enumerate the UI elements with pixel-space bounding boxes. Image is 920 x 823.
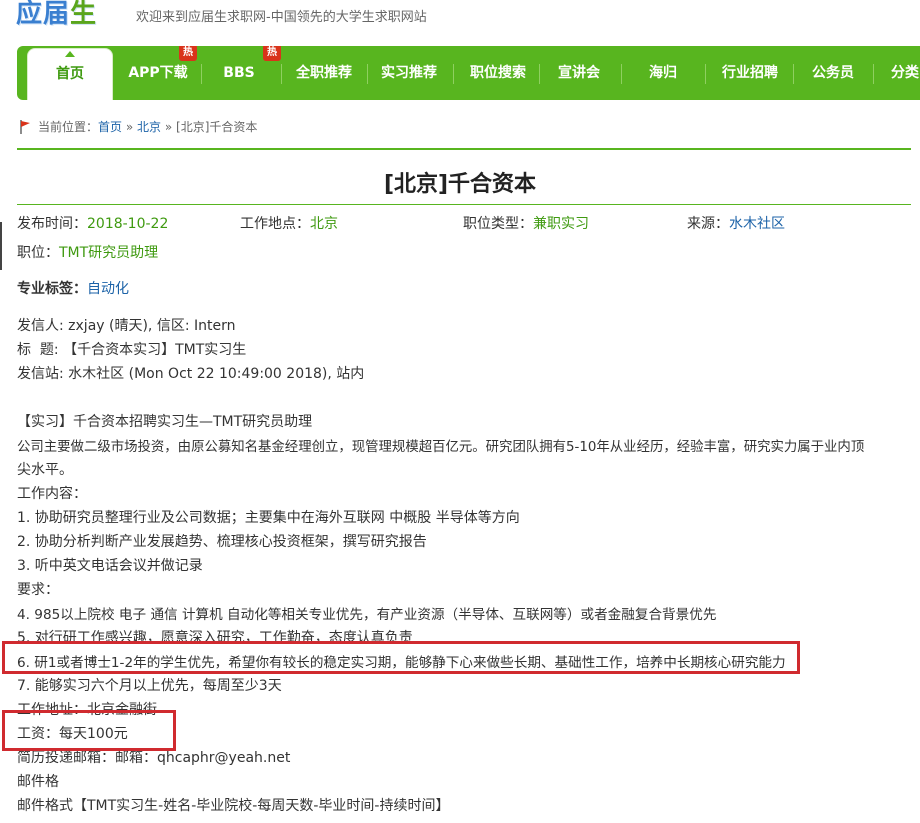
nav-divider bbox=[705, 64, 706, 84]
nav-intern[interactable]: 实习推荐 bbox=[369, 46, 449, 100]
page-title: [北京]千合资本 bbox=[383, 172, 537, 197]
nav-label: 实习推荐 bbox=[381, 65, 437, 81]
body-line: 【实习】千合资本招聘实习生—TMT研究员助理 bbox=[17, 414, 313, 430]
nav-label: 职位搜索 bbox=[470, 65, 526, 81]
nav-label: 分类 bbox=[891, 65, 919, 81]
nav-home[interactable]: 首页 bbox=[27, 48, 113, 100]
nav-divider bbox=[621, 64, 622, 84]
nav-divider bbox=[201, 64, 202, 84]
divider bbox=[17, 148, 911, 150]
job-type-link[interactable]: 兼职实习 bbox=[533, 216, 589, 232]
nav-label: 首页 bbox=[56, 66, 84, 82]
body-line: 邮件格 bbox=[17, 774, 59, 790]
breadcrumb: 当前位置： 首页 » 北京 » [北京]千合资本 bbox=[18, 118, 257, 135]
nav-label: 行业招聘 bbox=[722, 65, 778, 81]
nav-divider bbox=[281, 64, 282, 84]
meta-label: 发布时间： bbox=[17, 216, 87, 232]
tag-link[interactable]: 自动化 bbox=[87, 281, 129, 297]
meta-label: 工作地点： bbox=[240, 216, 310, 232]
work-location: 工作地点：北京 bbox=[240, 213, 338, 233]
meta-value: 2018-10-22 bbox=[87, 216, 169, 232]
meta-label: 职位： bbox=[17, 245, 59, 261]
nav-label: BBS bbox=[223, 65, 255, 81]
meta-label: 职位类型： bbox=[463, 216, 533, 232]
nav-label: 全职推荐 bbox=[296, 65, 352, 81]
source: 来源：水木社区 bbox=[687, 213, 785, 233]
scroll-marker bbox=[0, 222, 2, 270]
major-tag-line: 专业标签：自动化 bbox=[17, 278, 129, 298]
nav-divider bbox=[873, 64, 874, 84]
body-line: 1. 协助研究员整理行业及公司数据；主要集中在海外互联网 中概股 半导体等方向 bbox=[17, 510, 520, 526]
nav-divider bbox=[539, 64, 540, 84]
divider bbox=[17, 204, 911, 205]
body-line: 公司主要做二级市场投资，由原公募知名基金经理创立，现管理规模超百亿元。研究团队拥… bbox=[17, 440, 865, 455]
nav-industry[interactable]: 行业招聘 bbox=[707, 46, 793, 100]
body-line: 7. 能够实习六个月以上优先，每周至少3天 bbox=[17, 678, 282, 694]
nav-civil-service[interactable]: 公务员 bbox=[795, 46, 871, 100]
nav-fulltime[interactable]: 全职推荐 bbox=[285, 46, 363, 100]
body-line: 工作内容： bbox=[17, 486, 87, 502]
welcome-text: 欢迎来到应届生求职网-中国领先的大学生求职网站 bbox=[136, 10, 427, 25]
breadcrumb-home-link[interactable]: 首页 bbox=[98, 118, 122, 135]
logo-text: 应届生 bbox=[16, 0, 98, 29]
nav-label: 海归 bbox=[649, 65, 677, 81]
breadcrumb-separator: » bbox=[161, 119, 177, 134]
hot-badge: 热 bbox=[179, 46, 197, 61]
nav-job-search[interactable]: 职位搜索 bbox=[455, 46, 541, 100]
position-line: 职位：TMT研究员助理 bbox=[17, 242, 158, 262]
highlight-box bbox=[2, 710, 176, 751]
breadcrumb-prefix: 当前位置： bbox=[38, 120, 99, 134]
location-link[interactable]: 北京 bbox=[310, 216, 338, 232]
main-nav: 首页 APP下载 热 BBS 热 全职推荐 实习推荐 职位搜索 宣讲会 海归 行… bbox=[17, 46, 920, 100]
body-line: 发信站: 水木社区 (Mon Oct 22 10:49:00 2018), 站内 bbox=[17, 366, 365, 382]
highlight-box bbox=[2, 641, 800, 674]
tag-label: 专业标签： bbox=[17, 281, 87, 297]
nav-seminar[interactable]: 宣讲会 bbox=[541, 46, 617, 100]
nav-divider bbox=[367, 64, 368, 84]
breadcrumb-city-link[interactable]: 北京 bbox=[137, 118, 161, 135]
nav-category[interactable]: 分类 bbox=[875, 46, 920, 100]
site-logo[interactable]: 应届生 bbox=[16, 0, 97, 28]
nav-divider bbox=[793, 64, 794, 84]
nav-label: 公务员 bbox=[812, 65, 854, 81]
meta-label: 来源： bbox=[687, 216, 729, 232]
nav-returnees[interactable]: 海归 bbox=[623, 46, 703, 100]
flag-icon bbox=[20, 119, 30, 134]
body-line: 发信人: zxjay (晴天), 信区: Intern bbox=[17, 318, 236, 334]
body-line: 要求： bbox=[17, 582, 59, 598]
nav-label: APP下载 bbox=[128, 65, 188, 81]
body-line: 尖水平。 bbox=[17, 462, 73, 478]
caret-up-icon bbox=[65, 51, 75, 57]
nav-label: 宣讲会 bbox=[558, 65, 600, 81]
body-line: 2. 协助分析判断产业发展趋势、梳理核心投资框架，撰写研究报告 bbox=[17, 534, 427, 550]
body-line: 4. 985以上院校 电子 通信 计算机 自动化等相关专业优先，有产业资源（半导… bbox=[17, 607, 717, 623]
nav-divider bbox=[453, 64, 454, 84]
body-line: 3. 听中英文电话会议并做记录 bbox=[17, 558, 203, 574]
publish-time: 发布时间：2018-10-22 bbox=[17, 213, 168, 233]
breadcrumb-separator: » bbox=[122, 119, 138, 134]
position-link[interactable]: TMT研究员助理 bbox=[59, 245, 158, 261]
hot-badge: 热 bbox=[263, 46, 281, 61]
body-line: 标 题: 【千合资本实习】TMT实习生 bbox=[17, 342, 247, 358]
source-link[interactable]: 水木社区 bbox=[729, 216, 785, 232]
job-type: 职位类型：兼职实习 bbox=[463, 213, 589, 233]
breadcrumb-current: [北京]千合资本 bbox=[176, 120, 258, 134]
body-line: 邮件格式【TMT实习生-姓名-毕业院校-每周天数-毕业时间-持续时间】 bbox=[17, 798, 450, 814]
